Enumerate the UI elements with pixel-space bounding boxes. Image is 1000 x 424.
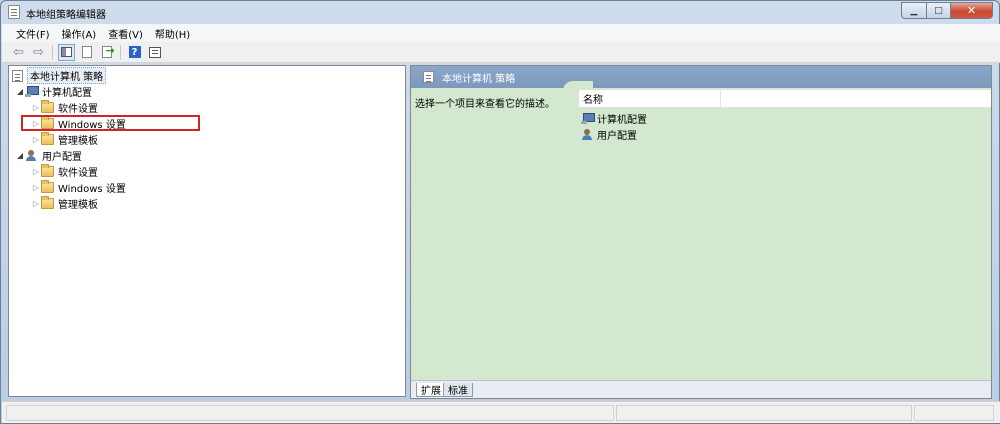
tree-item-label: 计算机配置 xyxy=(42,88,92,99)
computer-icon xyxy=(581,113,595,124)
console-tree-icon xyxy=(61,47,72,57)
folder-icon xyxy=(41,180,54,193)
column-header-empty xyxy=(721,90,991,107)
properties-button[interactable] xyxy=(78,44,95,61)
status-cell-end xyxy=(914,405,994,421)
menu-help[interactable]: 帮助(H) xyxy=(149,26,196,41)
toolbar-separator xyxy=(52,44,53,60)
menu-file[interactable]: 文件(F) xyxy=(10,26,56,41)
app-window: 本地组策略编辑器 ▁ □ ✕ 文件(F) 操作(A) 查看(V) 帮助(H) ⇦… xyxy=(0,0,1000,424)
close-button[interactable]: ✕ xyxy=(951,2,993,19)
column-header-name[interactable]: 名称 xyxy=(579,90,721,107)
description-area: 选择一个项目来查看它的描述。 xyxy=(411,88,579,380)
expanded-arrow-icon[interactable]: ◢ xyxy=(15,87,25,96)
minimize-icon: ▁ xyxy=(910,5,918,16)
list-item-label: 计算机配置 xyxy=(597,115,647,126)
details-pane: 本地计算机 策略 选择一个项目来查看它的描述。 名称 计算机配置 用户配置 扩展… xyxy=(410,65,992,399)
tree-item-label: 本地计算机 策略 xyxy=(27,67,107,84)
show-console-tree-button[interactable] xyxy=(58,43,75,61)
help-icon: ? xyxy=(128,46,141,58)
tree-item-label: Windows 设置 xyxy=(58,184,126,195)
back-button[interactable]: ⇦ xyxy=(10,44,27,61)
tree-item-user-config[interactable]: ◢ 用户配置 xyxy=(15,148,82,163)
user-icon xyxy=(25,149,38,162)
help-button[interactable]: ? xyxy=(126,44,143,61)
folder-icon xyxy=(41,100,54,113)
forward-button[interactable]: ⇨ xyxy=(30,44,47,61)
toolbar: ⇦ ⇨ ? xyxy=(2,42,1000,63)
action-pane-icon xyxy=(148,46,161,58)
tab-label: 标准 xyxy=(448,386,468,397)
window-title: 本地组策略编辑器 xyxy=(26,10,106,21)
view-tabs: 扩展 标准 xyxy=(411,380,991,398)
tree-item-user-windows[interactable]: ▷ Windows 设置 xyxy=(31,180,126,195)
policy-editor-icon xyxy=(8,5,20,19)
export-list-button[interactable] xyxy=(98,44,115,61)
tree-item-user-admin[interactable]: ▷ 管理模板 xyxy=(31,196,98,211)
policy-icon xyxy=(423,71,434,83)
list-header: 名称 xyxy=(579,90,991,108)
window-controls: ▁ □ ✕ xyxy=(901,2,993,19)
tab-extended[interactable]: 扩展 xyxy=(416,383,446,397)
forward-arrow-icon: ⇨ xyxy=(33,44,44,60)
annotation-highlight-box xyxy=(21,115,200,131)
minimize-button[interactable]: ▁ xyxy=(901,2,927,19)
items-list[interactable]: 名称 计算机配置 用户配置 xyxy=(579,88,991,380)
tree-item-computer-software[interactable]: ▷ 软件设置 xyxy=(31,100,98,115)
tree-item-label: 软件设置 xyxy=(58,168,98,179)
expanded-arrow-icon[interactable]: ◢ xyxy=(15,151,25,160)
properties-icon xyxy=(81,46,92,58)
list-item-user-config[interactable]: 用户配置 xyxy=(581,127,637,142)
tab-standard[interactable]: 标准 xyxy=(443,383,473,397)
details-title: 本地计算机 策略 xyxy=(442,73,516,85)
maximize-icon: □ xyxy=(934,5,943,16)
action-pane-button[interactable] xyxy=(146,44,163,61)
column-header-label: 名称 xyxy=(583,95,603,106)
toolbar-separator xyxy=(120,44,121,60)
folder-icon xyxy=(41,132,54,145)
collapsed-arrow-icon[interactable]: ▷ xyxy=(31,167,41,176)
description-text: 选择一个项目来查看它的描述。 xyxy=(415,99,555,110)
tree-item-computer-admin[interactable]: ▷ 管理模板 xyxy=(31,132,98,147)
status-cell-secondary xyxy=(616,405,912,421)
user-icon xyxy=(581,128,594,141)
title-bar: 本地组策略编辑器 ▁ □ ✕ xyxy=(1,1,999,23)
menu-bar: 文件(F) 操作(A) 查看(V) 帮助(H) xyxy=(2,24,1000,42)
collapsed-arrow-icon[interactable]: ▷ xyxy=(31,183,41,192)
close-icon: ✕ xyxy=(966,4,977,17)
collapsed-arrow-icon[interactable]: ▷ xyxy=(31,103,41,112)
tab-label: 扩展 xyxy=(421,386,441,397)
collapsed-arrow-icon[interactable]: ▷ xyxy=(31,199,41,208)
menu-action[interactable]: 操作(A) xyxy=(56,26,103,41)
details-header: 本地计算机 策略 xyxy=(411,66,991,88)
menu-view[interactable]: 查看(V) xyxy=(102,26,149,41)
tree-item-root[interactable]: 本地计算机 策略 xyxy=(12,67,107,84)
folder-icon xyxy=(41,164,54,177)
collapsed-arrow-icon[interactable]: ▷ xyxy=(31,135,41,144)
policy-icon xyxy=(12,69,23,82)
tree-item-user-software[interactable]: ▷ 软件设置 xyxy=(31,164,98,179)
tree-item-label: 管理模板 xyxy=(58,136,98,147)
back-arrow-icon: ⇦ xyxy=(13,44,24,60)
status-bar xyxy=(2,401,1000,423)
export-icon xyxy=(101,44,115,58)
tree-item-label: 管理模板 xyxy=(58,200,98,211)
tree-item-label: 用户配置 xyxy=(42,152,82,163)
maximize-button[interactable]: □ xyxy=(927,2,951,19)
tree-item-computer-config[interactable]: ◢ 计算机配置 xyxy=(15,84,92,99)
folder-icon xyxy=(41,196,54,209)
list-item-label: 用户配置 xyxy=(597,131,637,142)
tree-item-label: 软件设置 xyxy=(58,104,98,115)
list-item-computer-config[interactable]: 计算机配置 xyxy=(581,111,647,126)
status-cell-main xyxy=(6,405,614,421)
computer-icon xyxy=(25,86,39,97)
